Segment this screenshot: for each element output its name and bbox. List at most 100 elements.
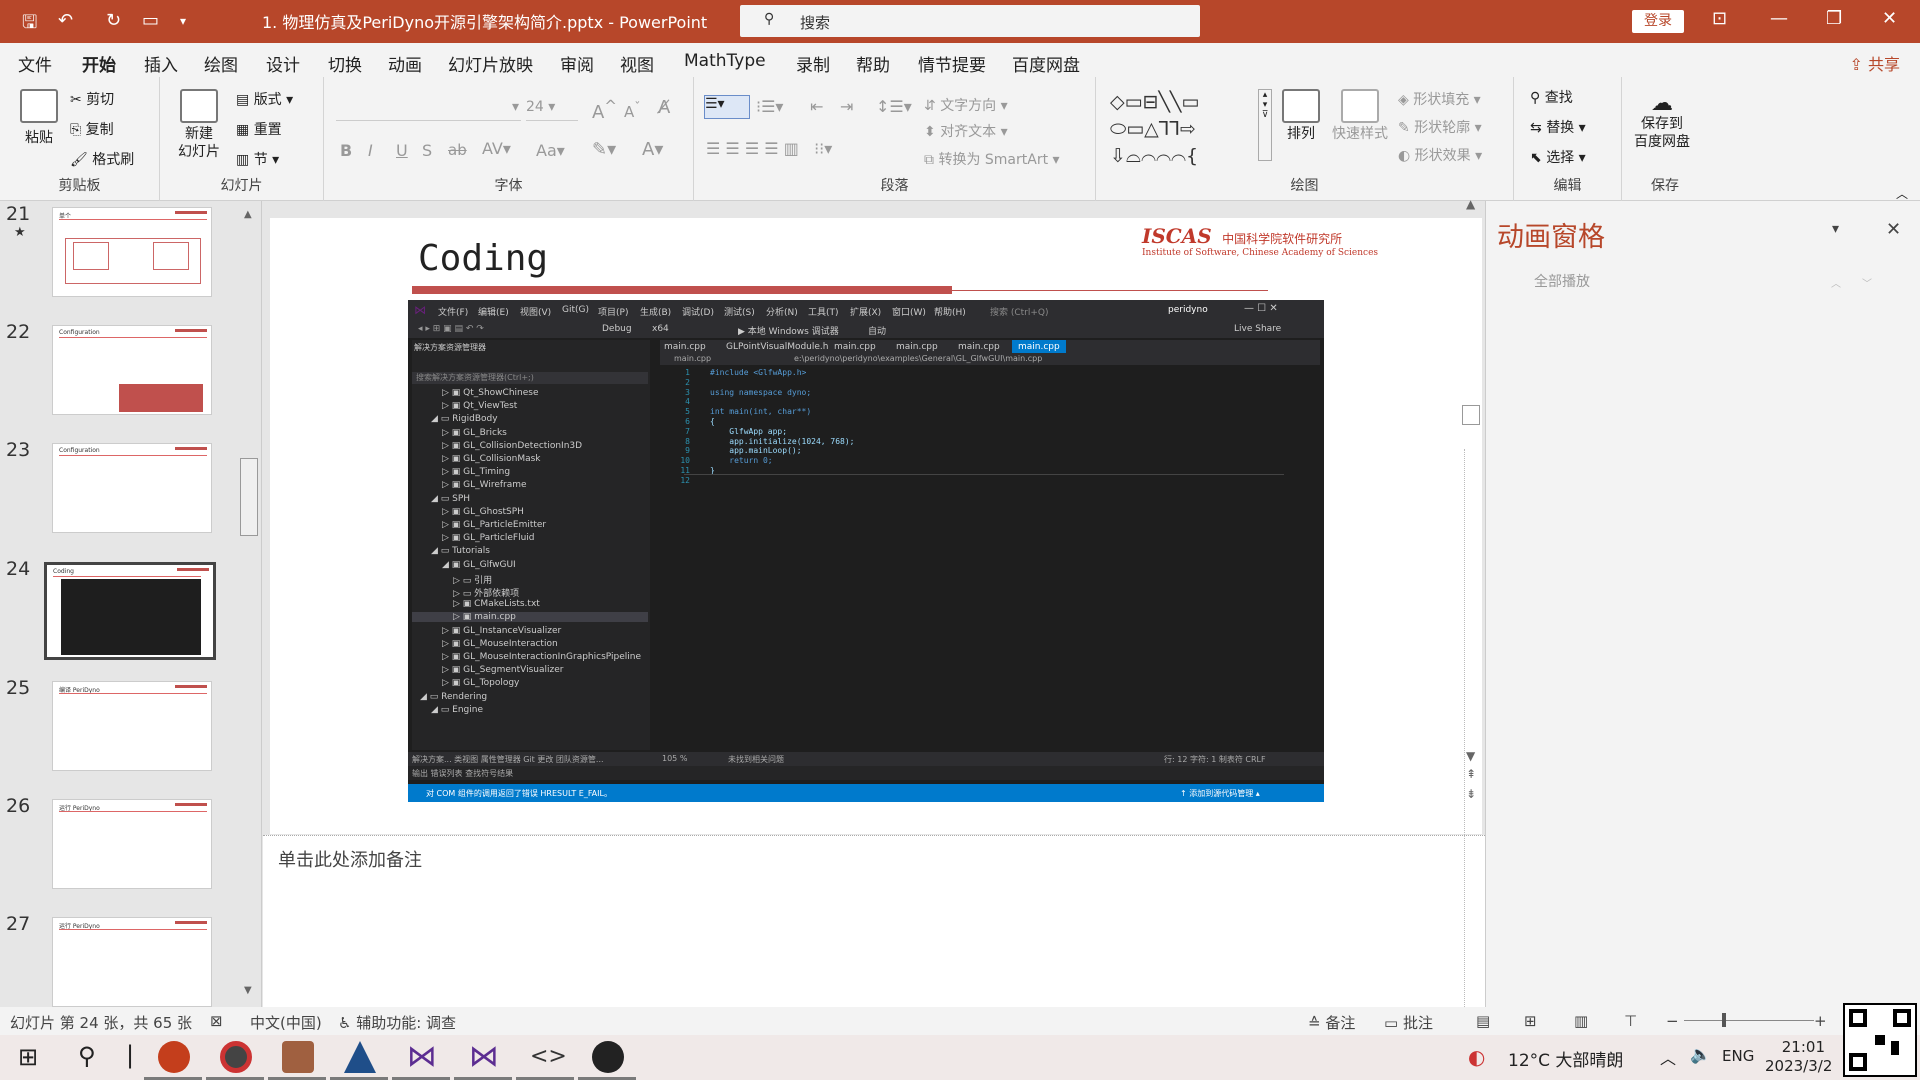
- zoom-out-icon[interactable]: −: [1666, 1012, 1679, 1030]
- paste-button[interactable]: 粘贴: [20, 89, 58, 147]
- menu-insert[interactable]: 插入: [144, 51, 178, 76]
- align-buttons[interactable]: ☰ ☰ ☰ ☰ ▥ ⁝⁝▾: [706, 139, 832, 158]
- scroll-down-icon[interactable]: ▼: [244, 985, 252, 996]
- accessibility-status[interactable]: ♿ 辅助功能: 调查: [338, 1012, 456, 1033]
- menu-file[interactable]: 文件: [18, 51, 52, 76]
- slide-vertical-scrollbar[interactable]: [1462, 405, 1480, 425]
- text-direction-button[interactable]: ⇵ 文字方向 ▾: [924, 95, 1008, 115]
- language-indicator[interactable]: 中文(中国): [250, 1012, 322, 1033]
- quick-styles-button[interactable]: 快速样式: [1332, 89, 1388, 143]
- next-slide-icon[interactable]: ⇟: [1466, 787, 1476, 801]
- menu-design[interactable]: 设计: [266, 51, 300, 76]
- copy-button[interactable]: ⎘ 复制: [70, 119, 114, 139]
- share-button[interactable]: ⇪ 共享: [1849, 51, 1900, 75]
- slide-title[interactable]: Coding: [418, 238, 548, 279]
- close-icon[interactable]: ✕: [1882, 8, 1897, 29]
- thumb-slide-26[interactable]: 运行 PeriDyno: [52, 799, 212, 889]
- shape-effects-button[interactable]: ◐ 形状效果 ▾: [1398, 145, 1482, 165]
- zoom-in-icon[interactable]: +: [1814, 1012, 1827, 1030]
- thumb-slide-22[interactable]: Configuration: [52, 325, 212, 415]
- slide-canvas[interactable]: Coding ISCAS 中国科学院软件研究所 Institute of Sof…: [270, 218, 1482, 834]
- login-button[interactable]: 登录: [1632, 10, 1684, 33]
- obs-icon[interactable]: [592, 1041, 624, 1073]
- menu-help[interactable]: 帮助: [856, 51, 890, 76]
- shape-fill-button[interactable]: ◈ 形状填充 ▾: [1398, 89, 1481, 109]
- ribbon-display-icon[interactable]: ⊡: [1712, 8, 1727, 29]
- format-painter-button[interactable]: 🖌 格式刷: [70, 149, 134, 169]
- weather-icon[interactable]: ◐: [1468, 1045, 1485, 1069]
- menu-record[interactable]: 录制: [796, 51, 830, 76]
- redo-icon[interactable]: ↻: [106, 10, 121, 31]
- play-all-button[interactable]: 全部播放: [1534, 271, 1590, 291]
- menu-transitions[interactable]: 切换: [328, 51, 362, 76]
- notes-toggle[interactable]: ≙ 备注: [1308, 1012, 1355, 1033]
- minimize-icon[interactable]: —: [1770, 8, 1788, 29]
- strikethrough-button[interactable]: ab: [448, 141, 467, 159]
- highlight-icon[interactable]: ✎▾: [592, 139, 616, 160]
- thumb-slide-23[interactable]: Configuration: [52, 443, 212, 533]
- weather-text[interactable]: 12°C 大部晴朗: [1508, 1046, 1623, 1071]
- increase-indent-icon[interactable]: ⇥: [840, 97, 853, 116]
- menu-animations[interactable]: 动画: [388, 51, 422, 76]
- zoom-slider[interactable]: [1684, 1020, 1814, 1021]
- search-taskbar-icon[interactable]: ⚲: [78, 1042, 96, 1070]
- arrange-button[interactable]: 排列: [1282, 89, 1320, 143]
- app-triangle-icon[interactable]: [344, 1041, 376, 1073]
- notes-pane[interactable]: 单击此处添加备注: [263, 835, 1485, 1007]
- tray-chevron-icon[interactable]: ︿: [1660, 1045, 1676, 1069]
- select-button[interactable]: ⬉ 选择 ▾: [1530, 147, 1586, 167]
- thumb-slide-21[interactable]: 单个: [52, 207, 212, 297]
- undo-icon[interactable]: ↶: [58, 10, 73, 31]
- menu-review[interactable]: 审阅: [560, 51, 594, 76]
- spellcheck-icon[interactable]: ⊠: [210, 1012, 223, 1030]
- vs-screenshot-image[interactable]: ⋈ 文件(F) 编辑(E) 视图(V) Git(G) 项目(P) 生成(B) 调…: [408, 300, 1324, 802]
- replace-button[interactable]: ⇆ 替换 ▾: [1530, 117, 1586, 137]
- slideshow-view-icon[interactable]: ⊤: [1624, 1012, 1637, 1030]
- menu-baidu[interactable]: 百度网盘: [1012, 51, 1080, 76]
- reading-view-icon[interactable]: ▥: [1574, 1012, 1588, 1030]
- collapse-ribbon-icon[interactable]: ︿: [1896, 185, 1908, 202]
- new-slide-button[interactable]: 新建 幻灯片: [178, 89, 220, 161]
- menu-view[interactable]: 视图: [620, 51, 654, 76]
- shapes-more-button[interactable]: ▴ ▾ ⊽: [1258, 89, 1272, 161]
- italic-button[interactable]: I: [368, 141, 373, 160]
- char-spacing-button[interactable]: AV▾: [482, 139, 511, 158]
- increase-font-icon[interactable]: A^: [592, 97, 617, 123]
- decrease-font-icon[interactable]: Aˇ: [624, 99, 641, 121]
- menu-draw[interactable]: 绘图: [204, 51, 238, 76]
- numbering-icon[interactable]: ⁝☰▾: [756, 97, 783, 116]
- smartart-button[interactable]: ⧉ 转换为 SmartArt ▾: [924, 149, 1060, 169]
- file-explorer-icon[interactable]: [282, 1041, 314, 1073]
- layout-button[interactable]: ▤ 版式 ▾: [236, 89, 293, 109]
- change-case-button[interactable]: Aa▾: [536, 141, 565, 160]
- customize-icon[interactable]: ▾: [180, 14, 186, 28]
- bold-button[interactable]: B: [340, 141, 352, 160]
- input-language[interactable]: ENG: [1722, 1047, 1754, 1065]
- restore-icon[interactable]: ❐: [1826, 8, 1842, 29]
- slide-scroll-up-icon[interactable]: ▲: [1466, 197, 1475, 211]
- scroll-up-icon[interactable]: ▲: [244, 209, 252, 220]
- notes-placeholder[interactable]: 单击此处添加备注: [278, 846, 422, 872]
- move-up-icon[interactable]: ︿: [1831, 275, 1841, 290]
- previous-slide-icon[interactable]: ⇞: [1466, 767, 1476, 781]
- thumbnails-scrollbar[interactable]: [240, 458, 258, 536]
- normal-view-icon[interactable]: ▤: [1476, 1012, 1490, 1030]
- save-to-baidu-button[interactable]: ☁ 保存到 百度网盘: [1634, 93, 1690, 151]
- pane-close-icon[interactable]: ✕: [1886, 219, 1901, 240]
- cut-button[interactable]: ✂ 剪切: [70, 89, 114, 109]
- powerpoint-icon[interactable]: [158, 1041, 190, 1073]
- underline-button[interactable]: U: [396, 141, 408, 160]
- search-input[interactable]: ⚲ 搜索: [740, 5, 1200, 37]
- slide-sorter-icon[interactable]: ⊞: [1524, 1012, 1537, 1030]
- line-spacing-icon[interactable]: ↕☰▾: [876, 97, 912, 116]
- decrease-indent-icon[interactable]: ⇤: [810, 97, 823, 116]
- pane-options-icon[interactable]: ▾: [1832, 221, 1839, 237]
- clear-format-icon[interactable]: A̸: [658, 97, 670, 118]
- visual-studio-2-icon[interactable]: ⋈: [468, 1041, 500, 1073]
- font-size-select[interactable]: 24 ▾: [526, 99, 578, 121]
- move-down-icon[interactable]: ﹀: [1862, 275, 1872, 290]
- reset-button[interactable]: ▦ 重置: [236, 119, 282, 139]
- shapes-gallery[interactable]: ◇▭⊟╲╲▭ ⬭▭△⅂⅂⇨ ⇩⌓⌒⌒⌒{: [1110, 89, 1260, 170]
- save-icon[interactable]: 🖫: [22, 10, 37, 40]
- font-name-select[interactable]: ▾: [336, 99, 521, 121]
